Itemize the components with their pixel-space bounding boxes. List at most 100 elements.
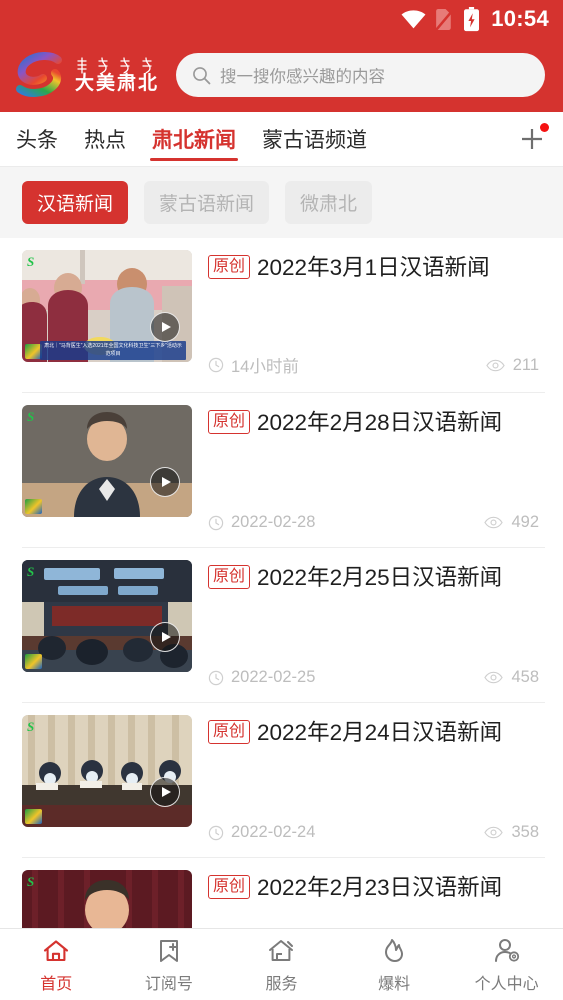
news-time: 2022-02-28 [231, 513, 316, 531]
nav-item-tipoff[interactable]: 爆料 [338, 936, 451, 994]
thumbnail-image [22, 560, 192, 672]
news-thumbnail[interactable]: S 肃北｜“马背医生”入选2021年全国文化科技卫生“三下乡”活动示范项目 [22, 250, 192, 362]
news-item-body: 原创 2022年2月25日汉语新闻 2022-02-25 458 [208, 560, 545, 703]
news-meta: 2022-02-25 458 [208, 668, 545, 687]
status-bar: 10:54 [0, 0, 563, 38]
news-list-item[interactable]: S 原创 2022年2月28日汉语新闻 2022-02-28 492 [0, 393, 563, 548]
news-title: 2022年2月25日汉语新闻 [257, 565, 503, 590]
news-time-group: 2022-02-28 [208, 513, 315, 532]
user-gear-icon [494, 938, 519, 962]
subtab-wei-subei[interactable]: 微肃北 [285, 181, 373, 224]
news-title-row: 原创 2022年3月1日汉语新闻 [208, 252, 545, 284]
nav-item-home[interactable]: 首页 [0, 936, 113, 994]
app-logo[interactable]: 大美肃北 [12, 51, 160, 99]
news-list-item[interactable]: S 原创 2022年2月25日汉语新闻 2022-02-25 458 [0, 548, 563, 703]
news-views: 492 [511, 513, 539, 531]
news-list-item[interactable]: S 原创 2022年2月24日汉语新闻 2022-02-24 358 [0, 703, 563, 858]
original-tag: 原创 [208, 875, 251, 900]
thumbnail-corner-badge [25, 499, 42, 514]
news-time-group: 2022-02-25 [208, 668, 315, 687]
news-time-group: 2022-02-24 [208, 823, 315, 842]
news-thumbnail[interactable]: S [22, 715, 192, 827]
news-title-row: 原创 2022年2月28日汉语新闻 [208, 407, 545, 439]
news-views: 358 [511, 823, 539, 841]
news-item-body: 原创 2022年2月28日汉语新闻 2022-02-28 492 [208, 405, 545, 548]
news-time: 14小时前 [231, 358, 299, 376]
news-title-row: 原创 2022年2月25日汉语新闻 [208, 562, 545, 594]
clock-icon [208, 825, 224, 840]
eye-icon [484, 826, 504, 839]
play-icon[interactable] [150, 622, 180, 652]
thumbnail-corner-badge [25, 654, 42, 669]
subtab-mongolian-news[interactable]: 蒙古语新闻 [144, 181, 270, 224]
original-tag: 原创 [208, 565, 251, 590]
app-logo-swoosh-icon [16, 52, 62, 97]
news-list-item[interactable]: S 肃北｜“马背医生”入选2021年全国文化科技卫生“三下乡”活动示范项目 原创… [0, 238, 563, 393]
wifi-icon [401, 9, 426, 29]
news-meta: 2022-02-24 358 [208, 823, 545, 842]
nav-label-services: 服务 [265, 975, 298, 993]
sub-tab-bar: 汉语新闻 蒙古语新闻 微肃北 [0, 167, 563, 238]
tab-subei-news[interactable]: 肃北新闻 [150, 112, 238, 166]
nav-item-services[interactable]: 服务 [225, 936, 338, 994]
thumbnail-caption: 肃北｜“马背医生”入选2021年全国文化科技卫生“三下乡”活动示范项目 [40, 341, 186, 360]
play-icon[interactable] [150, 467, 180, 497]
thumbnail-corner-badge [25, 809, 42, 824]
clock-icon [208, 670, 224, 685]
bottom-navigation-bar: 首页 订阅号 服务 爆料 个人中心 [0, 928, 563, 1000]
flame-icon [385, 938, 404, 962]
thumbnail-channel-logo: S [27, 719, 35, 734]
add-channel-button[interactable] [501, 112, 563, 166]
news-title-row: 原创 2022年2月23日汉语新闻 [208, 872, 545, 904]
thumbnail-channel-logo: S [27, 254, 35, 269]
search-input[interactable]: 搜一搜你感兴趣的内容 [176, 53, 545, 97]
battery-charging-icon [463, 6, 480, 32]
status-bar-clock: 10:54 [491, 6, 549, 31]
app-header: 大美肃北 搜一搜你感兴趣的内容 [0, 38, 563, 112]
news-views-group: 458 [484, 668, 545, 687]
nav-label-subscriptions: 订阅号 [144, 975, 193, 993]
new-channel-badge-dot [540, 123, 549, 132]
app-logo-name: 大美肃北 [74, 72, 159, 94]
nav-label-tipoff: 爆料 [378, 975, 411, 993]
news-views-group: 492 [484, 513, 545, 532]
app-logo-text: 大美肃北 [74, 56, 160, 94]
search-icon [193, 66, 211, 84]
eye-icon [484, 671, 504, 684]
news-thumbnail[interactable]: S [22, 560, 192, 672]
channel-tab-bar: 头条 热点 肃北新闻 蒙古语频道 [0, 112, 563, 167]
news-title: 2022年3月1日汉语新闻 [257, 255, 490, 280]
clock-icon [208, 357, 224, 373]
nav-item-subscriptions[interactable]: 订阅号 [113, 936, 226, 994]
thumbnail-channel-logo: S [27, 874, 35, 889]
news-time-group: 14小时前 [208, 353, 299, 377]
news-meta: 2022-02-28 492 [208, 513, 545, 532]
play-icon[interactable] [150, 777, 180, 807]
news-views-group: 358 [484, 823, 545, 842]
app-root: 10:54 大美肃北 搜一搜你感兴趣的内容 头条 热点 肃北新闻 蒙古语频道 汉… [0, 0, 563, 1000]
search-placeholder: 搜一搜你感兴趣的内容 [220, 68, 385, 86]
clock-icon [208, 515, 224, 530]
news-feed-list[interactable]: S 肃北｜“马背医生”入选2021年全国文化科技卫生“三下乡”活动示范项目 原创… [0, 238, 563, 1000]
news-thumbnail[interactable]: S [22, 405, 192, 517]
original-tag: 原创 [208, 720, 251, 745]
news-item-body: 原创 2022年3月1日汉语新闻 14小时前 211 [208, 250, 545, 393]
subtab-chinese-news[interactable]: 汉语新闻 [22, 181, 129, 224]
thumbnail-channel-logo: S [27, 564, 35, 579]
thumbnail-image [22, 405, 192, 517]
news-views: 211 [512, 355, 539, 374]
channel-tabs: 头条 热点 肃北新闻 蒙古语频道 [0, 112, 501, 166]
tab-toutiao[interactable]: 头条 [14, 112, 60, 166]
sim-card-off-icon [435, 8, 455, 31]
news-title: 2022年2月28日汉语新闻 [257, 410, 503, 435]
play-icon[interactable] [150, 312, 180, 342]
tab-mongolian-channel[interactable]: 蒙古语频道 [260, 112, 369, 166]
nav-item-profile[interactable]: 个人中心 [450, 936, 563, 994]
news-time: 2022-02-25 [231, 668, 316, 686]
bookmark-plus-icon [159, 939, 178, 962]
original-tag: 原创 [208, 410, 251, 435]
thumbnail-channel-logo: S [27, 409, 35, 424]
news-time: 2022-02-24 [231, 823, 316, 841]
original-tag: 原创 [208, 255, 251, 280]
tab-redian[interactable]: 热点 [82, 112, 128, 166]
